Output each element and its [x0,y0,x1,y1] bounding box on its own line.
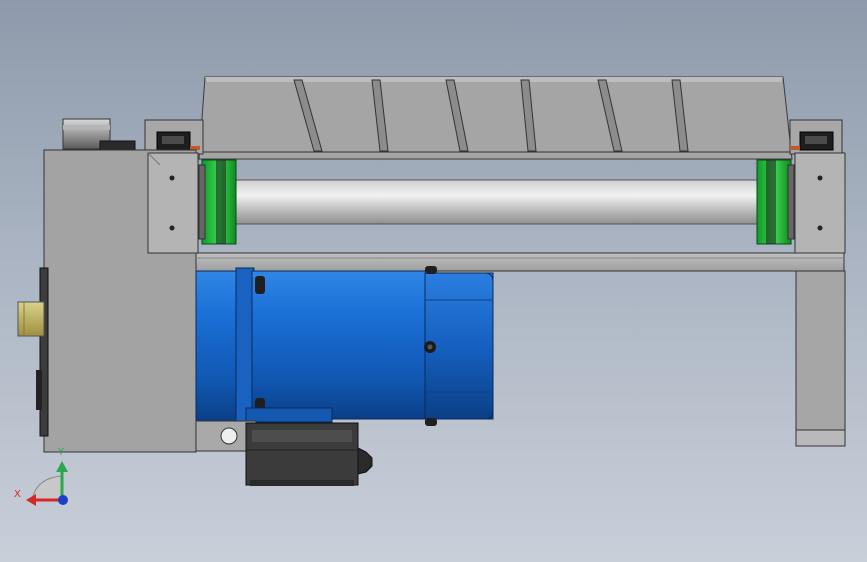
x-axis-label: X [14,489,21,500]
blue-drive-motor[interactable] [195,266,494,426]
frame-right-bracket[interactable] [789,119,843,155]
cad-model-view[interactable]: Y X [0,0,867,562]
left-roller-bracket[interactable] [147,152,199,254]
y-axis-arrow [56,461,68,472]
right-roller-bracket[interactable] [794,152,846,254]
left-green-roller[interactable] [198,159,237,245]
z-axis-dot [58,495,68,505]
roller-shaft[interactable] [229,179,761,225]
axis-triad: Y X [14,447,68,506]
top-tray[interactable] [198,76,793,160]
frame-left-bracket[interactable] [144,119,204,155]
x-axis-arrow [26,494,36,506]
black-gearbox[interactable] [245,422,373,486]
brass-shaft-end[interactable] [17,301,45,337]
y-axis-label: Y [57,447,65,458]
frame-bottom-rail[interactable] [195,252,845,272]
left-sensor-cylinder[interactable] [62,118,136,152]
right-frame-leg[interactable] [795,270,846,447]
3d-viewport[interactable]: Y X [0,0,867,562]
right-green-roller[interactable] [756,159,795,245]
